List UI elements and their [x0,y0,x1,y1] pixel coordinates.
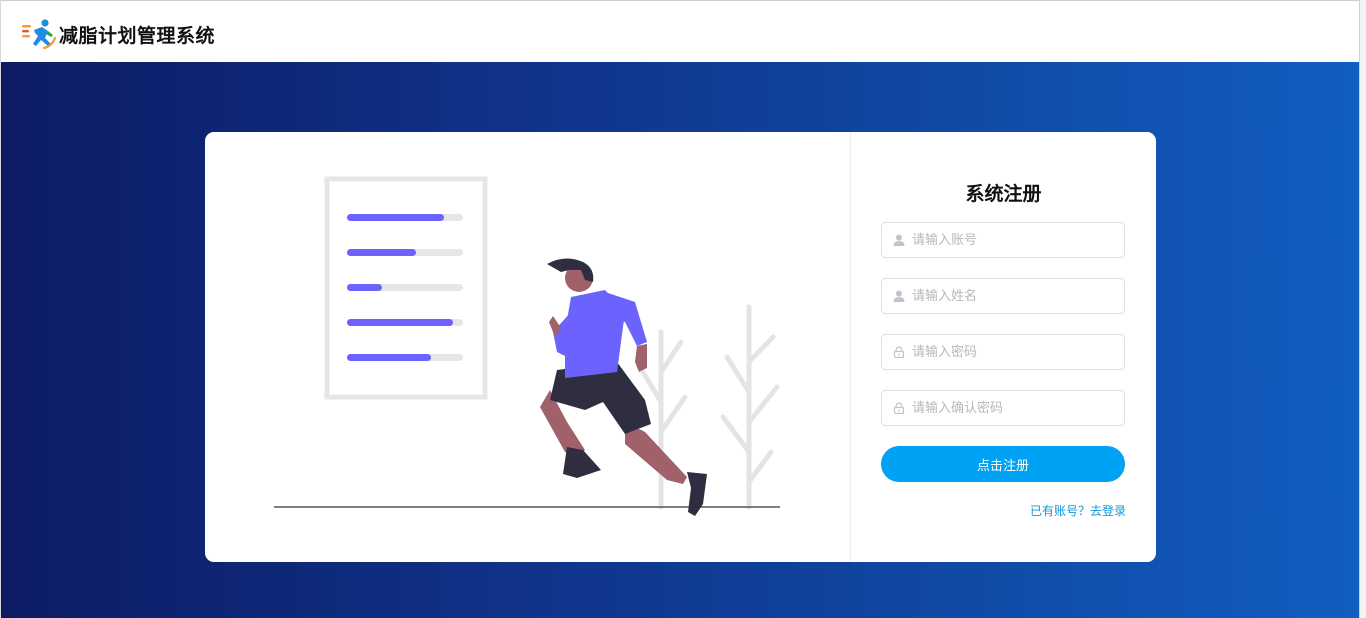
account-field[interactable] [881,222,1125,258]
page: 减脂计划管理系统 系统注册 请输入账号 请输入姓名 点击注册 已有账号？去登录 [0,0,1366,618]
account-input[interactable] [912,223,1117,257]
confirm-password-field[interactable] [881,390,1125,426]
go-login-link[interactable]: 已有账号？去登录 [1030,502,1126,519]
background-stage: 系统注册 请输入账号 请输入姓名 点击注册 已有账号？去登录 [1,62,1360,618]
app-title: 减脂计划管理系统 [59,25,216,47]
register-button[interactable]: 点击注册 [881,446,1125,482]
runner-illustration [274,176,780,516]
progress-lines [347,214,463,361]
lock-icon [893,346,905,358]
password-field[interactable] [881,334,1125,370]
password-input[interactable] [912,335,1117,369]
name-input[interactable] [912,279,1117,313]
top-bar: 减脂计划管理系统 [1,0,1360,62]
trees [638,304,780,510]
user-icon [893,290,905,302]
runner-logo-icon [22,19,56,50]
form-title: 系统注册 [965,183,1042,205]
lock-icon [893,402,905,414]
name-field[interactable] [881,278,1125,314]
user-icon [893,234,905,246]
confirm-password-input[interactable] [912,391,1117,425]
register-form: 系统注册 请输入账号 请输入姓名 点击注册 已有账号？去登录 [851,132,1156,562]
runner-figure [540,258,707,516]
window-edge [1359,0,1366,618]
register-card: 系统注册 请输入账号 请输入姓名 点击注册 已有账号？去登录 [205,132,1156,562]
